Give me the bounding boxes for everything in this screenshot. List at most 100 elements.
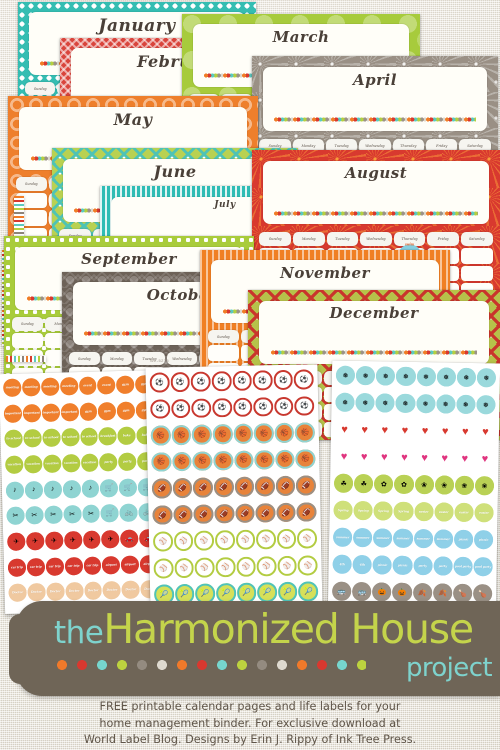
label-chip[interactable]: Doctor xyxy=(121,580,140,600)
label-chip[interactable]: to school xyxy=(23,429,42,448)
label-chip[interactable]: ♥ xyxy=(476,422,495,441)
label-chip[interactable]: ❀ xyxy=(474,476,495,496)
label-chip[interactable]: 🏈 xyxy=(193,504,214,525)
label-chip[interactable]: ⚽ xyxy=(149,372,170,393)
label-chip[interactable]: car trip xyxy=(64,556,83,575)
label-chip[interactable]: 🏈 xyxy=(234,503,255,524)
label-chip[interactable]: ⚽ xyxy=(211,371,232,392)
label-chip[interactable]: ⚽ xyxy=(150,398,171,419)
label-chip[interactable]: ♪ xyxy=(5,481,25,500)
label-chip[interactable]: 🚗 xyxy=(120,529,139,548)
label-chip[interactable]: 4th xyxy=(332,554,352,575)
label-chip[interactable]: 🏈 xyxy=(172,504,193,525)
label-chip[interactable]: ❅ xyxy=(375,393,396,413)
label-chip[interactable]: 🏈 xyxy=(276,502,297,523)
label-chip[interactable]: picnic xyxy=(473,530,494,550)
label-chip[interactable]: ⚾ xyxy=(215,556,236,577)
label-chip[interactable]: Doctor xyxy=(8,583,27,603)
label-chip[interactable]: 🏀 xyxy=(171,451,192,472)
label-chip[interactable]: to school xyxy=(4,429,23,449)
label-chip[interactable]: ⚾ xyxy=(214,530,235,551)
label-chip[interactable]: ⚽ xyxy=(273,369,294,390)
label-chip[interactable]: 🏈 xyxy=(234,476,255,497)
label-chip[interactable]: ⚾ xyxy=(153,558,174,579)
sports-labels-sheet[interactable]: ⚽ ⚽ ⚽ ⚽ ⚽ ⚽ ⚽ ⚽ ⚽ ⚽ ⚽ ⚽ ⚽ ⚽ ⚽ ⚽ 🏀 🏀 🏀 🏀 🏀 🏀 🏀 🏀 🏀 🏀 🏀 🏀 🏀 🏀 🏀 🏀 🏈 🏈 🏈 🏈 🏈 🏈 🏈 🏈… xyxy=(145,364,323,616)
label-chip[interactable]: picnic xyxy=(372,555,393,575)
label-chip[interactable]: ❅ xyxy=(476,395,496,415)
label-chip[interactable]: 🏈 xyxy=(213,477,234,498)
label-chip[interactable]: breakfast xyxy=(98,427,118,446)
label-chip[interactable]: summer xyxy=(332,527,353,548)
label-chip[interactable]: meeting xyxy=(59,377,78,396)
label-chip[interactable]: ⚾ xyxy=(276,529,297,550)
label-chip[interactable]: meeting xyxy=(21,378,41,397)
label-chip[interactable]: ⚾ xyxy=(194,530,215,551)
label-chip[interactable]: ❅ xyxy=(335,365,356,386)
label-chip[interactable]: ♥ xyxy=(395,448,414,467)
label-chip[interactable]: Doctor xyxy=(64,582,84,601)
label-chip[interactable]: pool party xyxy=(473,557,493,577)
label-chip[interactable]: Doctor xyxy=(27,583,46,602)
label-chip[interactable]: meeting xyxy=(3,378,22,397)
label-chip[interactable]: vacation xyxy=(80,453,99,472)
label-chip[interactable]: ❀ xyxy=(414,475,434,495)
label-chip[interactable]: ⚾ xyxy=(297,528,318,549)
label-chip[interactable]: ✿ xyxy=(374,474,394,494)
label-chip[interactable]: ♥ xyxy=(355,420,374,439)
label-chip[interactable]: ✈ xyxy=(7,532,26,551)
label-chip[interactable]: party xyxy=(433,556,453,576)
label-chip[interactable]: airport xyxy=(120,555,140,574)
label-chip[interactable]: ⚽ xyxy=(273,396,294,417)
label-chip[interactable]: 🏀 xyxy=(213,450,234,471)
label-chip[interactable]: 🎾 xyxy=(257,582,278,603)
date-cell[interactable] xyxy=(11,332,44,349)
label-chip[interactable]: ⚽ xyxy=(232,397,253,418)
label-chip[interactable]: 🏈 xyxy=(214,503,235,524)
label-chip[interactable]: 🏈 xyxy=(172,478,193,499)
label-chip[interactable]: ♥ xyxy=(435,448,454,467)
label-chip[interactable]: ❅ xyxy=(376,366,396,386)
label-chip[interactable]: ❅ xyxy=(335,392,355,413)
label-chip[interactable]: 🏀 xyxy=(254,449,275,470)
label-chip[interactable]: summer xyxy=(353,527,373,548)
label-chip[interactable]: ⚾ xyxy=(235,556,256,577)
label-chip[interactable]: ⚾ xyxy=(173,531,194,552)
label-chip[interactable]: ⚾ xyxy=(297,555,318,576)
label-chip[interactable]: 🏀 xyxy=(212,424,233,445)
label-chip[interactable]: ⚽ xyxy=(190,371,211,392)
label-chip[interactable]: 🚲 xyxy=(119,503,138,523)
label-chip[interactable]: ⚾ xyxy=(194,557,215,578)
label-chip[interactable]: pool party xyxy=(453,556,473,577)
label-chip[interactable]: 🚌 xyxy=(332,581,352,602)
life-labels-sheet[interactable]: meeting meeting meeting meeting event event gy… xyxy=(0,369,164,615)
label-chip[interactable]: ❅ xyxy=(435,394,456,414)
label-chip[interactable]: 🏀 xyxy=(191,424,212,445)
label-chip[interactable]: gym xyxy=(116,401,136,420)
label-chip[interactable]: car trip xyxy=(26,557,45,576)
label-chip[interactable]: summer xyxy=(413,529,433,549)
label-chip[interactable]: Doctor xyxy=(83,581,103,601)
label-chip[interactable]: ♪ xyxy=(62,479,81,498)
label-chip[interactable]: 🏈 xyxy=(254,476,275,497)
label-chip[interactable]: ♪ xyxy=(81,479,100,498)
label-chip[interactable]: ✂ xyxy=(44,505,63,525)
label-chip[interactable]: 🏈 xyxy=(192,477,214,498)
label-chip[interactable]: ✂ xyxy=(25,506,44,525)
label-chip[interactable]: vacation xyxy=(42,454,62,473)
label-chip[interactable]: ⚽ xyxy=(232,370,253,391)
label-chip[interactable]: ⚽ xyxy=(293,369,314,390)
label-chip[interactable]: 🛒 xyxy=(100,504,120,523)
label-chip[interactable]: party xyxy=(99,453,118,472)
label-chip[interactable]: easter xyxy=(474,503,494,523)
label-chip[interactable]: event xyxy=(97,376,116,395)
label-chip[interactable]: important xyxy=(22,403,41,423)
label-chip[interactable]: 🏀 xyxy=(171,424,192,446)
label-chip[interactable]: Spring xyxy=(333,500,353,521)
label-chip[interactable]: ⚽ xyxy=(170,371,191,392)
label-chip[interactable]: party xyxy=(118,452,137,471)
label-chip[interactable]: easter xyxy=(413,502,434,522)
label-chip[interactable]: ❀ xyxy=(434,475,454,495)
label-chip[interactable]: ✈ xyxy=(101,529,120,549)
label-chip[interactable]: ♥ xyxy=(354,447,373,466)
label-chip[interactable]: 🏀 xyxy=(253,423,274,444)
